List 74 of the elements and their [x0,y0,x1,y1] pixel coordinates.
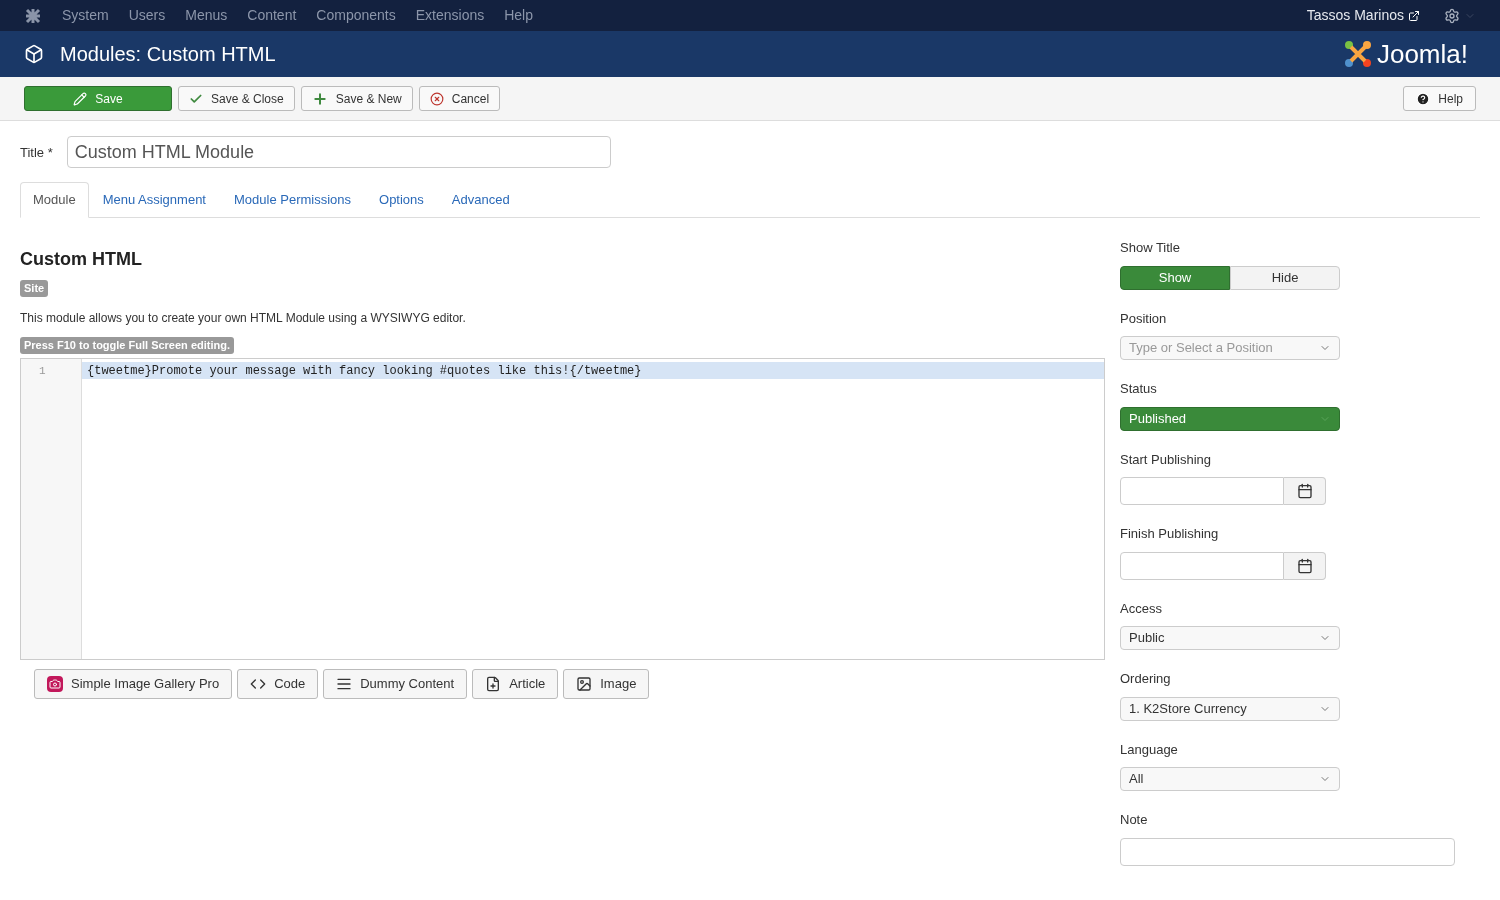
editor-button[interactable]: Simple Image Gallery Pro [34,669,233,699]
note-input[interactable] [1120,837,1455,866]
date-input[interactable] [1120,477,1284,505]
toggle-option[interactable]: Hide [1230,265,1340,290]
image-icon [576,676,593,692]
field-label: Access [1120,599,1163,618]
calendar-icon [1296,483,1313,499]
calendar-button[interactable] [1284,477,1326,505]
editor-button[interactable]: Article [472,669,559,699]
field-label: Start Publishing [1120,450,1213,469]
select-field[interactable]: Public [1120,626,1340,650]
joomla-logo-icon [1342,39,1373,69]
editor-button[interactable]: Dummy Content [323,669,468,699]
field-label: Show Title [1120,239,1181,257]
code-icon [250,676,267,692]
tab[interactable]: Module [20,182,89,218]
camera-icon [47,676,63,692]
field-label: Status [1120,380,1158,398]
menu-item[interactable]: Extensions [415,5,485,26]
toolbar-button[interactable]: Save & New [300,86,413,111]
calendar-button[interactable] [1284,551,1326,580]
calendar-icon [1296,557,1313,574]
site-label: Site [20,280,49,297]
module-description: This module allows you to create your own HTML Module using a WYSIWYG editor. [20,310,467,327]
line-number: 1 [38,364,47,379]
select-placeholder: Type or Select a Position [1129,339,1273,358]
external-link-icon [1408,9,1420,22]
menu-item[interactable]: Content [247,5,297,26]
file-icon [485,676,502,692]
field-label: Position [1120,309,1168,328]
menu-item[interactable]: System [62,5,109,26]
title-label: Title * [20,144,53,162]
page-title: Modules: Custom HTML [60,42,276,67]
menu-item[interactable]: Help [504,5,533,26]
cancel-icon [429,91,444,106]
field-label: Ordering [1120,670,1172,688]
toolbar-button[interactable]: Save [24,86,172,111]
settings-icon[interactable] [1444,7,1460,24]
select-value: Published [1129,409,1187,428]
menu-item[interactable]: Menus [185,5,228,26]
fullscreen-hint: Press F10 to toggle Full Screen editing. [20,337,234,354]
code-editor[interactable]: 1 {tweetme}Promote your message with fancy looking #quotes like this!{/tweetme} [20,358,1105,660]
select-value: Public [1129,629,1165,648]
tab[interactable]: Advanced [439,182,522,218]
menu-item[interactable]: Users [128,5,166,26]
help-button[interactable]: Help [1403,86,1476,111]
date-input[interactable] [1120,551,1284,580]
plus-icon [311,90,328,107]
editor-button[interactable]: Image [563,669,650,699]
toggle-option[interactable]: Show [1120,265,1230,290]
help-icon [1416,91,1431,106]
editor-button[interactable]: Code [237,669,319,699]
select-value: 1. K2Store Currency [1129,699,1247,718]
menu-item[interactable]: Components [316,5,396,26]
toolbar-button[interactable]: Save & Close [178,86,295,111]
select-field[interactable]: 1. K2Store Currency [1120,696,1340,721]
tab[interactable]: Options [367,182,436,218]
tab[interactable]: Module Permissions [222,182,364,218]
title-input[interactable]: Custom HTML Module [66,136,611,168]
field-label: Language [1120,740,1179,759]
select-field[interactable]: All [1120,767,1340,791]
field-label: Finish Publishing [1120,525,1220,543]
toolbar-button[interactable]: Cancel [418,86,501,111]
module-heading: Custom HTML [20,248,143,271]
user-link[interactable]: Tassos Marinos [1306,5,1404,26]
field-label: Note [1120,811,1149,829]
list-icon [336,676,353,692]
edit-icon [73,91,88,106]
brand-name: Joomla! [1376,37,1468,71]
tab[interactable]: Menu Assignment [90,182,218,218]
select-field[interactable]: Published [1120,406,1340,431]
select-value: All [1129,770,1144,789]
logo-icon [24,6,42,25]
cube-icon [24,44,44,64]
